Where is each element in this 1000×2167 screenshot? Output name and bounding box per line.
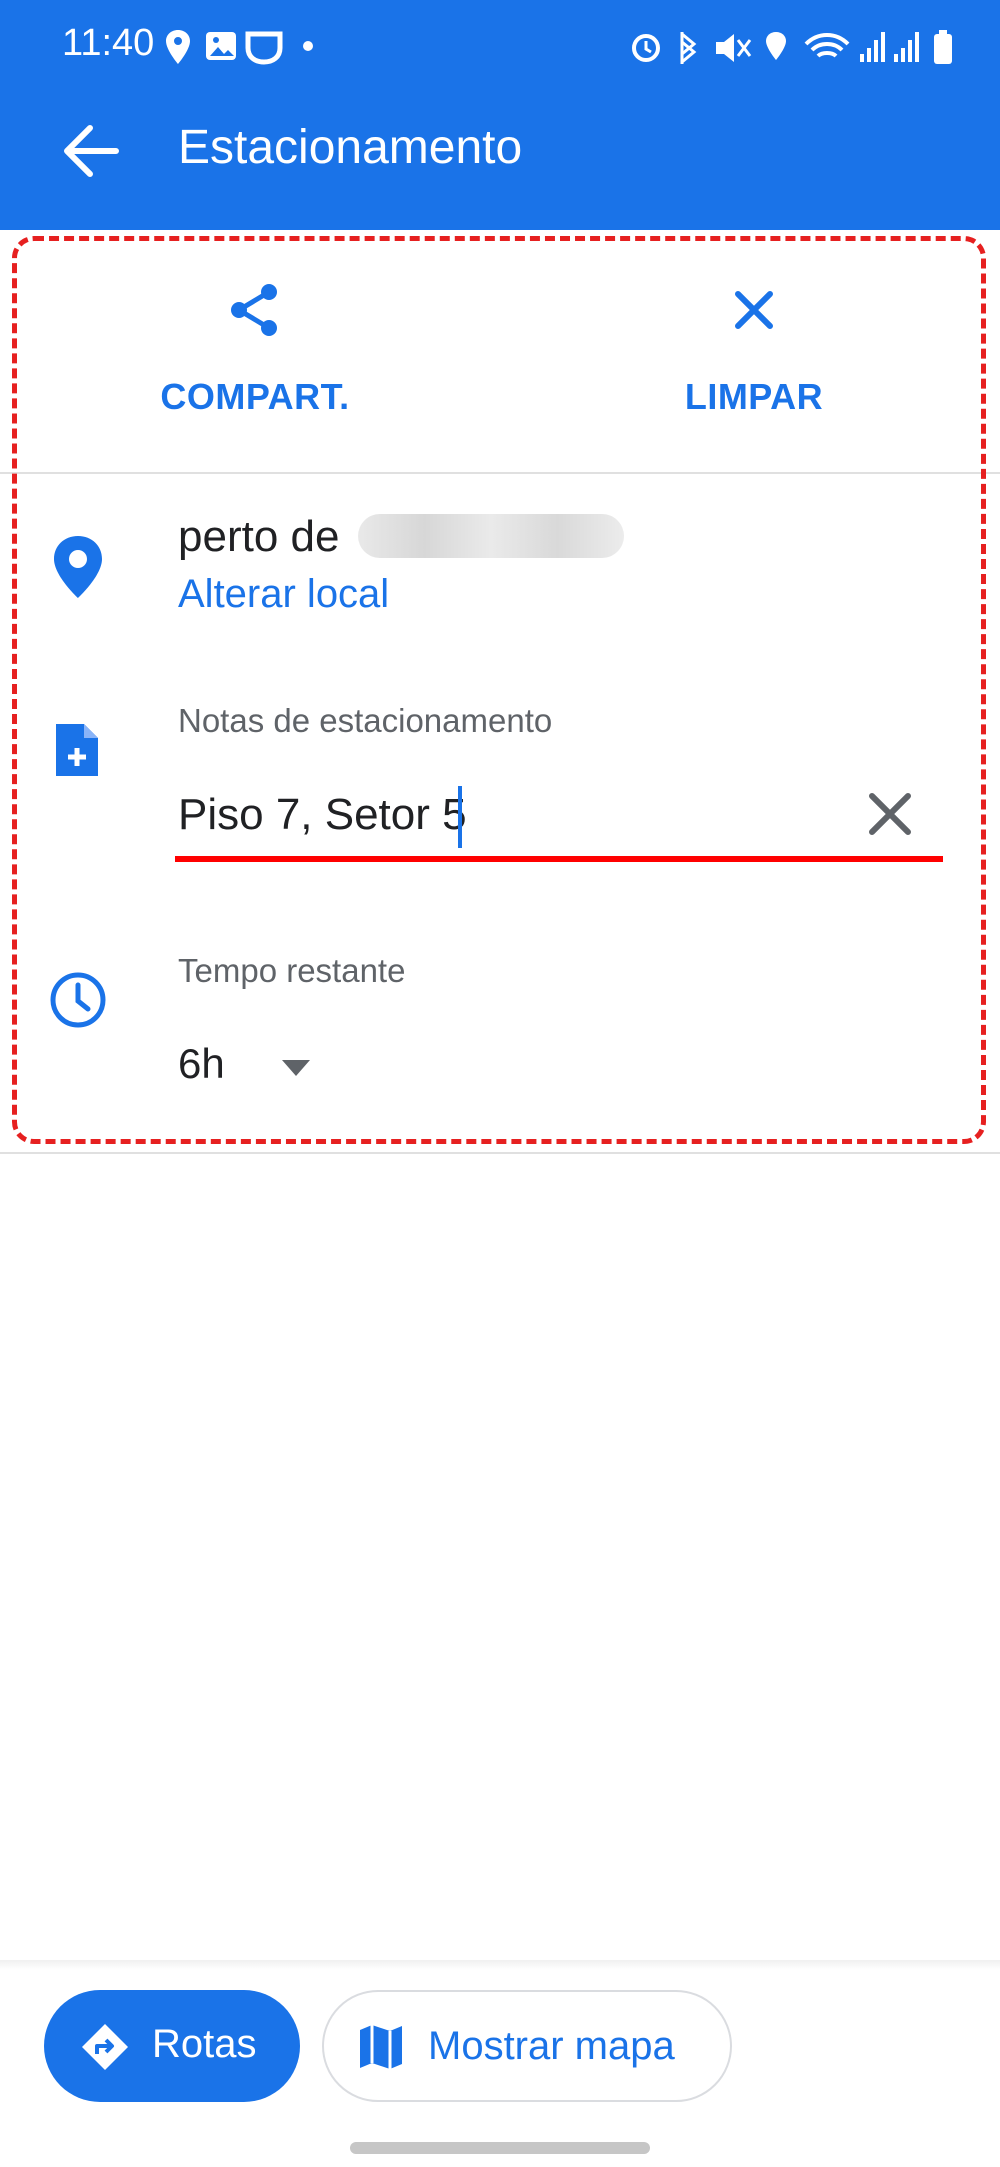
status-time: 11:40 [62, 22, 155, 64]
bottom-bar-shadow [0, 1960, 1000, 1970]
status-right-icons [630, 28, 960, 73]
arrow-back-icon [64, 125, 119, 177]
back-button[interactable] [56, 118, 126, 184]
status-left-icons [160, 28, 340, 73]
map-icon [358, 2022, 404, 2082]
gesture-nav-handle[interactable] [350, 2142, 650, 2154]
routes-button[interactable]: Rotas [44, 1990, 300, 2102]
show-map-button[interactable]: Mostrar mapa [322, 1990, 732, 2102]
routes-label: Rotas [152, 2022, 257, 2066]
highlight-box [12, 236, 986, 1144]
divider [0, 1152, 1000, 1154]
page-title: Estacionamento [178, 121, 523, 174]
show-map-label: Mostrar mapa [428, 2024, 675, 2068]
directions-icon [80, 2022, 130, 2082]
